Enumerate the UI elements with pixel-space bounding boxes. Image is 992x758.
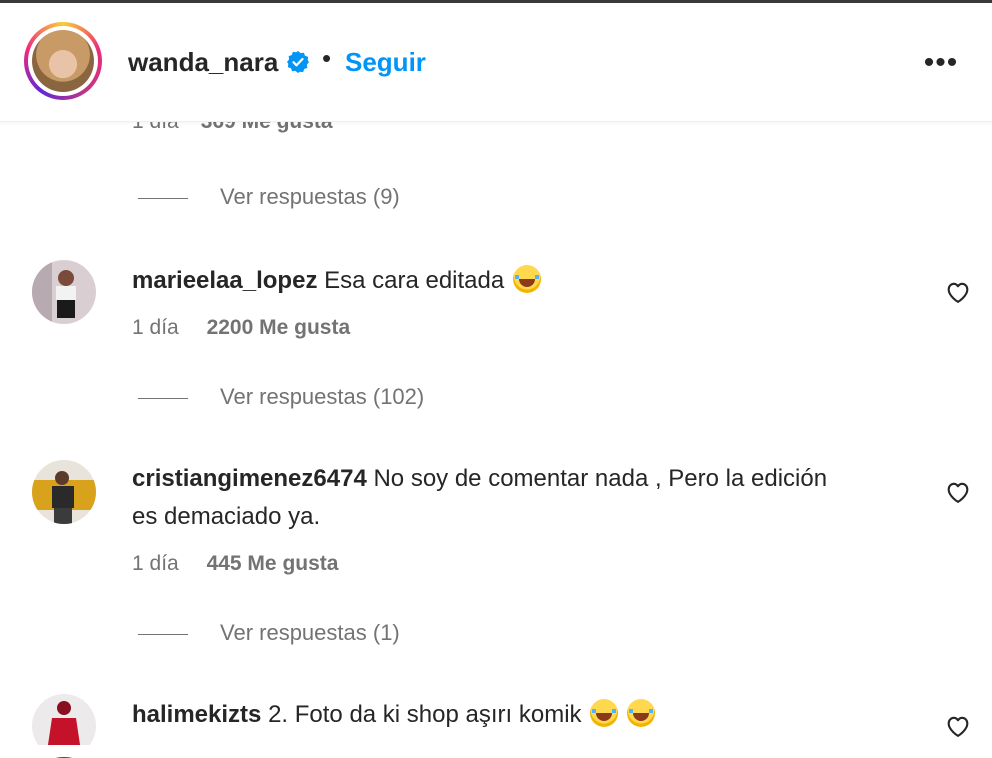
follow-button[interactable]: Seguir [345, 47, 426, 78]
comment-text: halimekizts 2. Foto da ki shop aşırı kom… [132, 696, 852, 734]
verified-badge-icon [287, 51, 309, 73]
comment-likes[interactable]: 2200 Me gusta [207, 316, 351, 339]
comment-meta: 1 día 2200 Me gusta [132, 316, 350, 340]
comment-username[interactable]: halimekizts [132, 701, 261, 728]
comment-username[interactable]: marieelaa_lopez [132, 267, 317, 294]
more-options-icon[interactable]: ••• [922, 48, 960, 78]
profile-avatar[interactable] [24, 22, 102, 100]
view-replies-label: Ver respuestas (1) [220, 620, 400, 645]
comment-time: 1 día [132, 316, 179, 339]
comment-likes[interactable]: 445 Me gusta [207, 552, 339, 575]
heart-outline-icon[interactable] [944, 478, 972, 506]
replies-divider [138, 198, 188, 199]
comment-time: 1 día [132, 552, 179, 575]
comment-text: marieelaa_lopez Esa cara editada [132, 262, 852, 300]
replies-divider [138, 398, 188, 399]
view-replies-label: Ver respuestas (102) [220, 384, 425, 409]
viewport-bottom-edge [0, 745, 992, 757]
separator-dot: • [322, 43, 332, 73]
comment-avatar[interactable] [32, 460, 96, 524]
comment-username[interactable]: cristiangimenez6474 [132, 465, 367, 492]
replies-divider [138, 634, 188, 635]
laughing-emoji-icon [590, 699, 619, 727]
post-header: wanda_nara • Seguir ••• [0, 3, 992, 122]
profile-username[interactable]: wanda_nara [128, 47, 278, 78]
comment-meta: 1 día 445 Me gusta [132, 552, 338, 576]
comment-message: Esa cara editada [324, 267, 505, 294]
heart-outline-icon[interactable] [944, 278, 972, 306]
avatar-photo [32, 260, 96, 324]
laughing-emoji-icon [626, 699, 655, 727]
avatar-photo [32, 30, 94, 92]
comment-avatar[interactable] [32, 260, 96, 324]
view-replies-label: Ver respuestas (9) [220, 184, 400, 209]
heart-outline-icon[interactable] [944, 712, 972, 740]
comment-text: cristiangimenez6474 No soy de comentar n… [132, 460, 852, 536]
laughing-emoji-icon [512, 265, 541, 293]
comment-message: 2. Foto da ki shop aşırı komik [268, 701, 582, 728]
avatar-photo [32, 460, 96, 524]
